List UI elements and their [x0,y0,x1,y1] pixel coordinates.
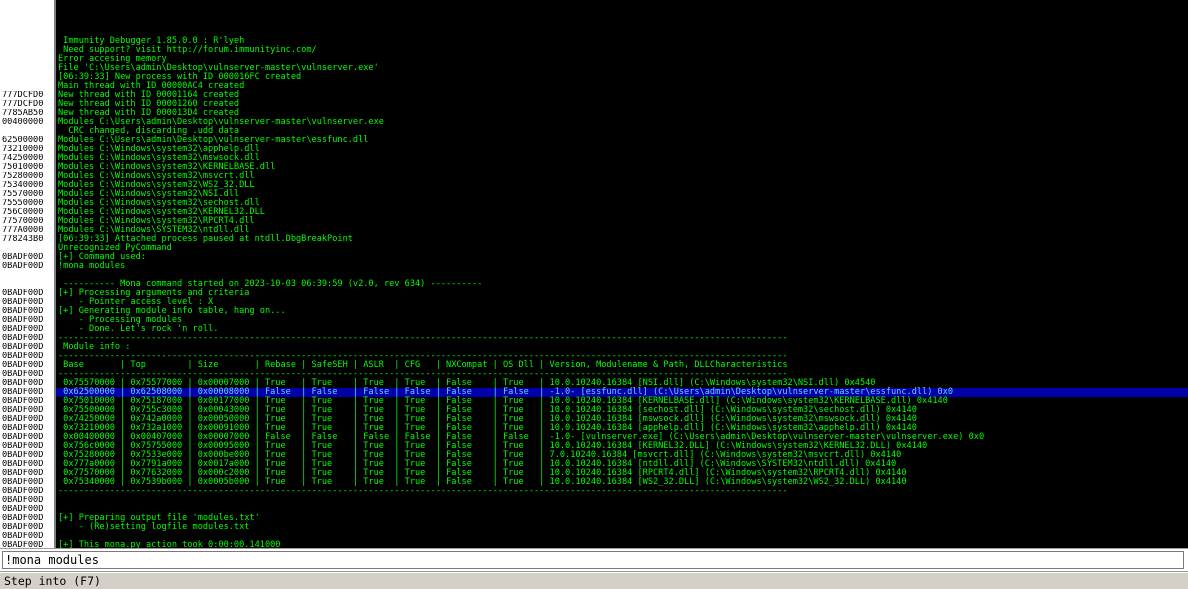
log-address: 0BADF00D [2,307,44,316]
log-window[interactable]: Immunity Debugger 1.85.0.0 : R'lyeh Need… [0,0,1188,548]
log-address: 77570000 [2,217,44,226]
log-address: 0BADF00D [2,370,44,379]
log-address: 777DCFD0 [2,91,44,100]
log-address: 0BADF00D [2,316,44,325]
command-input[interactable] [2,551,1184,569]
log-address: 777A0000 [2,226,44,235]
log-address: 778243B0 [2,235,44,244]
log-line[interactable]: 0BADF00D [+] Command used: [0,253,1188,262]
log-address: 756C0000 [2,208,44,217]
log-message: [+] This mona.py action took 0:00:00.141… [58,540,281,549]
log-line[interactable] [0,19,1188,28]
log-line[interactable]: Need support? visit http://forum.immunit… [0,46,1188,55]
log-address: 777DCFD0 [2,100,44,109]
log-address: 0BADF00D [2,415,44,424]
log-message: !mona modules [58,261,126,271]
log-line[interactable] [0,1,1188,10]
log-line[interactable]: 0BADF00D - (Re)setting logfile modules.t… [0,523,1188,532]
log-line[interactable]: 778243B0 [06:39:33] Attached process paus… [0,235,1188,244]
log-address: 0BADF00D [2,523,44,532]
log-address: 73210000 [2,145,44,154]
log-address: 7785AB50 [2,109,44,118]
log-line[interactable]: 0BADF00D [0,496,1188,505]
log-address: 0BADF00D [2,325,44,334]
log-address: 75010000 [2,163,44,172]
log-address: 0BADF00D [2,406,44,415]
log-address: 0BADF00D [2,397,44,406]
log-address: 0BADF00D [2,361,44,370]
log-address: 0BADF00D [2,469,44,478]
log-line[interactable]: 0BADF00D [+] This mona.py action took 0:0… [0,540,1188,549]
log-line[interactable]: 0BADF00D !mona modules [0,262,1188,271]
log-address: 0BADF00D [2,487,44,496]
log-address: 0BADF00D [2,262,44,271]
log-address: 62500000 [2,136,44,145]
command-bar [0,548,1188,572]
log-address: 0BADF00D [2,514,44,523]
log-line[interactable] [0,10,1188,19]
log-line[interactable]: 0BADF00D --------------------------------… [0,487,1188,496]
log-address: 0BADF00D [2,532,44,541]
log-address: 0BADF00D [2,298,44,307]
log-message: ----------------------------------------… [58,486,788,496]
log-address: 0BADF00D [2,352,44,361]
log-line[interactable]: 0BADF00D --------------------------------… [0,334,1188,343]
log-address: 75550000 [2,199,44,208]
log-address: 0BADF00D [2,451,44,460]
log-address: 75280000 [2,172,44,181]
log-address: 0BADF00D [2,289,44,298]
status-text: Step into (F7) [4,574,101,588]
log-address: 0BADF00D [2,478,44,487]
log-address: 00400000 [2,118,44,127]
status-bar: Step into (F7) [0,572,1188,589]
log-address: 0BADF00D [2,343,44,352]
log-address: 0BADF00D [2,541,44,548]
log-address: 0BADF00D [2,379,44,388]
log-address: 75570000 [2,190,44,199]
log-address: 0BADF00D [2,253,44,262]
log-address: 0BADF00D [2,388,54,397]
log-address: 75340000 [2,181,44,190]
log-address: 0BADF00D [2,334,44,343]
log-line[interactable]: Unrecognized PyCommand [0,244,1188,253]
log-address: 0BADF00D [2,460,44,469]
log-address: 0BADF00D [2,442,44,451]
log-address: 0BADF00D [2,505,44,514]
log-address: 74250000 [2,154,44,163]
log-message: ----------------------------------------… [58,333,788,343]
log-address: 0BADF00D [2,496,44,505]
log-address: 0BADF00D [2,424,44,433]
log-address: 0BADF00D [2,433,44,442]
log-message: - (Re)setting logfile modules.txt [58,522,250,532]
